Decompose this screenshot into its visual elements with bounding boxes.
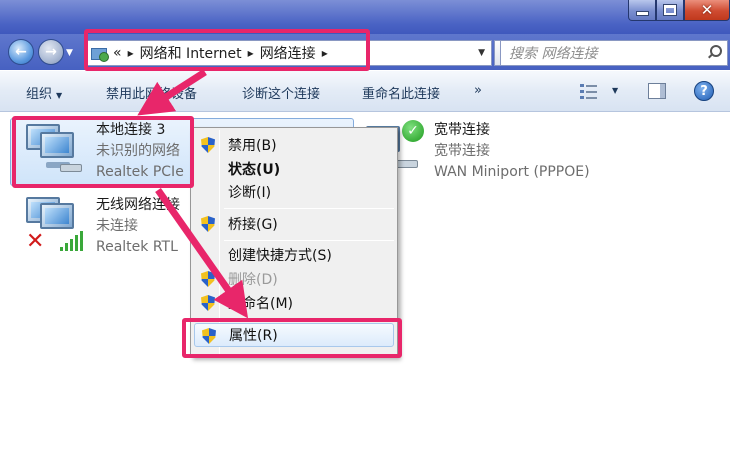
back-button[interactable]: ← bbox=[8, 39, 34, 65]
maximize-icon bbox=[664, 5, 676, 15]
wireless-network-icon: ✕ bbox=[24, 195, 86, 253]
menu-item-label: 重命名(M) bbox=[228, 296, 294, 312]
diagnose-connection-button[interactable]: 诊断这个连接 bbox=[242, 83, 320, 102]
close-button[interactable]: ✕ bbox=[684, 0, 730, 21]
forward-arrow-icon: → bbox=[45, 44, 57, 60]
annotation-highlight-local-connection bbox=[12, 116, 194, 188]
search-input[interactable]: 搜索 网络连接 bbox=[500, 40, 728, 66]
preview-pane-icon[interactable] bbox=[648, 83, 666, 99]
forward-button[interactable]: → bbox=[38, 39, 64, 65]
menu-separator bbox=[224, 208, 394, 209]
menu-item-rename[interactable]: 重命名(M) bbox=[194, 291, 394, 315]
annotation-highlight-properties bbox=[182, 318, 402, 358]
address-dropdown-icon[interactable]: ▼ bbox=[478, 48, 485, 58]
organize-label: 组织 bbox=[26, 87, 53, 102]
search-icon[interactable] bbox=[707, 45, 722, 59]
uac-shield-icon bbox=[201, 137, 215, 153]
rename-connection-button[interactable]: 重命名此连接 bbox=[362, 83, 440, 102]
menu-item-status[interactable]: 状态(U) bbox=[194, 157, 394, 181]
more-commands-button[interactable]: » bbox=[474, 83, 482, 98]
uac-shield-icon bbox=[201, 216, 215, 232]
view-options-chevron-icon[interactable]: ▼ bbox=[612, 86, 618, 95]
connection-status: 宽带连接 bbox=[434, 143, 490, 159]
recent-pages-dropdown-icon[interactable]: ▼ bbox=[66, 48, 73, 58]
menu-item-label: 诊断(I) bbox=[228, 185, 272, 201]
signal-bars-icon bbox=[60, 229, 84, 251]
window-controls: ✕ bbox=[628, 0, 730, 21]
maximize-button[interactable] bbox=[656, 0, 684, 21]
menu-item-label: 删除(D) bbox=[228, 272, 278, 288]
change-view-icon[interactable] bbox=[580, 83, 598, 99]
menu-item-label: 创建快捷方式(S) bbox=[228, 248, 332, 264]
uac-shield-icon bbox=[201, 271, 215, 287]
connection-name: 宽带连接 bbox=[434, 122, 490, 138]
uac-shield-icon bbox=[201, 295, 215, 311]
modem-icon bbox=[396, 160, 418, 168]
menu-separator bbox=[224, 240, 394, 241]
menu-item-disable[interactable]: 禁用(B) bbox=[194, 133, 394, 157]
close-icon: ✕ bbox=[700, 0, 714, 19]
help-icon[interactable]: ? bbox=[694, 81, 714, 101]
organize-button[interactable]: 组织 ▼ bbox=[26, 83, 62, 102]
menu-item-bridge[interactable]: 桥接(G) bbox=[194, 212, 394, 236]
menu-item-label: 状态(U) bbox=[228, 162, 281, 178]
command-bar: 组织 ▼ 禁用此网络设备 诊断这个连接 重命名此连接 » ▼ ? bbox=[0, 70, 730, 112]
minimize-icon bbox=[636, 12, 648, 15]
connection-adapter: Realtek RTL bbox=[96, 239, 178, 255]
menu-item-label: 桥接(G) bbox=[228, 217, 278, 233]
connection-item-wireless[interactable]: ✕ 无线网络连接 未连接 Realtek RTL bbox=[24, 195, 204, 259]
disable-device-button[interactable]: 禁用此网络设备 bbox=[106, 83, 197, 102]
chevron-down-icon: ▼ bbox=[56, 91, 63, 100]
connection-item-broadband[interactable]: ✓ 宽带连接 宽带连接 WAN Miniport (PPPOE) bbox=[362, 120, 622, 184]
menu-item-create-shortcut[interactable]: 创建快捷方式(S) bbox=[194, 243, 394, 267]
connection-name: 无线网络连接 bbox=[96, 197, 180, 213]
monitor-icon bbox=[40, 203, 74, 229]
back-arrow-icon: ← bbox=[15, 44, 27, 60]
minimize-button[interactable] bbox=[628, 0, 656, 21]
connected-check-icon: ✓ bbox=[402, 120, 424, 142]
menu-item-delete: 删除(D) bbox=[194, 267, 394, 291]
connection-adapter: WAN Miniport (PPPOE) bbox=[434, 164, 590, 180]
annotation-highlight-breadcrumb bbox=[84, 29, 370, 71]
search-placeholder: 搜索 网络连接 bbox=[509, 46, 598, 62]
menu-item-label: 禁用(B) bbox=[228, 138, 277, 154]
connection-status: 未连接 bbox=[96, 218, 138, 234]
disconnected-x-icon: ✕ bbox=[26, 229, 45, 254]
menu-item-diagnose[interactable]: 诊断(I) bbox=[194, 180, 394, 204]
